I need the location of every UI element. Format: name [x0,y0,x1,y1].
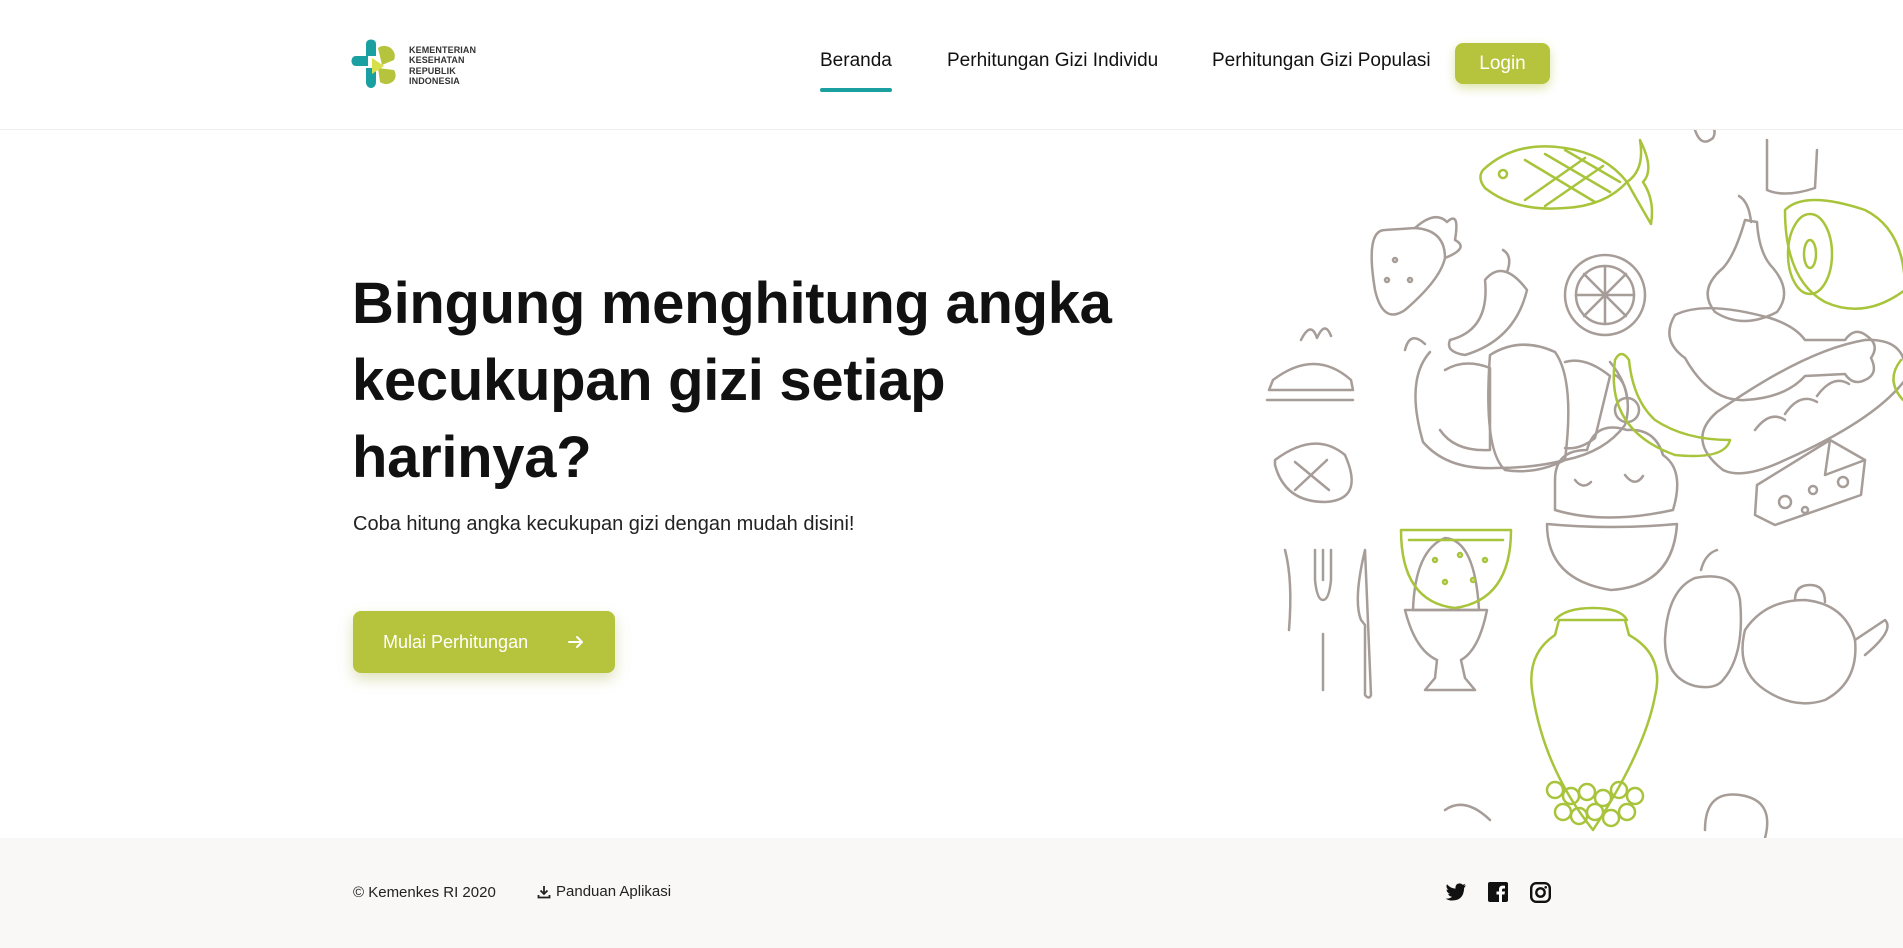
teapot-sketch-icon [1741,583,1889,705]
strawberry-sketch-icon [1370,215,1462,316]
nav-item-beranda[interactable]: Beranda [820,50,892,92]
cheese-sketch-icon [1753,438,1867,527]
facebook-icon[interactable] [1486,880,1510,904]
nav-item-gizi-individu[interactable]: Perhitungan Gizi Individu [947,50,1158,72]
hero-subtitle: Coba hitung angka kecukupan gizi dengan … [353,513,855,535]
egg-cup-sketch-icon [1403,536,1489,692]
logo-wordmark: KEMENTERIAN KESEHATAN REPUBLIK INDONESIA [409,45,489,87]
kemenkes-logo[interactable]: KEMENTERIAN KESEHATAN REPUBLIK INDONESIA [350,38,489,93]
jar-sketch-icon [1530,606,1659,832]
ice-cream-bowl-sketch-icon [1545,373,1679,592]
lemon-sketch-icon [1563,253,1647,337]
kemenkes-emblem-icon [351,39,396,88]
logo-line: KESEHATAN [409,55,465,65]
hero-title: Bingung menghitung angka kecukupan gizi … [352,271,1112,490]
logo-line: INDONESIA [409,76,460,86]
download-icon [537,885,551,898]
instagram-icon[interactable] [1528,880,1552,904]
logo-line: REPUBLIK [409,65,456,76]
guide-label: Panduan Aplikasi [556,883,672,900]
site-footer: © Kemenkes RI 2020 Panduan Aplikasi [0,838,1903,948]
site-header: KEMENTERIAN KESEHATAN REPUBLIK INDONESIA… [0,0,1903,130]
cta-label: Mulai Perhitungan [383,631,529,652]
ham-sketch-icon [1783,198,1903,310]
guide-link[interactable]: Panduan Aplikasi [537,883,671,900]
copyright-text: © Kemenkes RI 2020 [353,884,496,901]
croissant-sketch-icon [1403,337,1630,473]
login-button[interactable]: Login [1455,43,1550,84]
drumstick-sketch-icon [1668,307,1876,402]
fish-sketch-icon [1479,138,1654,226]
arrow-right-icon [568,636,583,648]
social-links [1444,880,1570,904]
twitter-icon[interactable] [1444,880,1468,904]
logo-line: KEMENTERIAN [409,44,477,55]
start-calculation-button[interactable]: Mulai Perhitungan [353,611,615,673]
food-illustration [1265,130,1903,838]
nav-item-gizi-populasi[interactable]: Perhitungan Gizi Populasi [1212,50,1431,72]
